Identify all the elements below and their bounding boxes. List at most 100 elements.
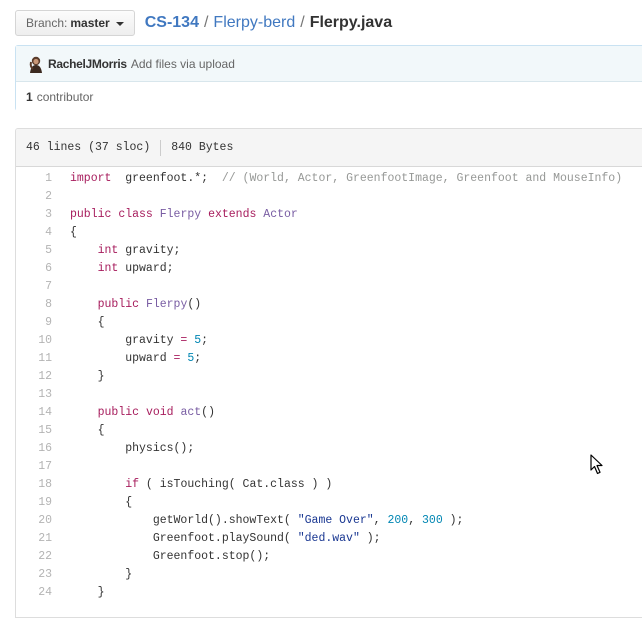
line-number[interactable]: 6 — [16, 260, 56, 278]
line-number[interactable]: 2 — [16, 188, 56, 206]
line-number[interactable]: 22 — [16, 548, 56, 566]
line-number[interactable]: 23 — [16, 566, 56, 584]
code-token: "ded.wav" — [297, 532, 360, 545]
line-number[interactable]: 10 — [16, 332, 56, 350]
code-token: { — [70, 496, 133, 509]
line-number[interactable]: 8 — [16, 296, 56, 314]
code-text: if ( isTouching( Cat.class ) ) — [56, 476, 622, 494]
code-token: { — [70, 424, 105, 437]
code-token: ); — [359, 532, 381, 545]
line-number[interactable]: 16 — [16, 440, 56, 458]
code-text: { — [56, 314, 622, 332]
code-token: ; — [201, 334, 209, 347]
code-text: { — [56, 422, 622, 440]
code-token: public — [97, 406, 140, 419]
line-number[interactable]: 12 — [16, 368, 56, 386]
code-line: 6 int upward; — [16, 260, 622, 278]
file-header: 46 lines (37 sloc) 840 Bytes — [16, 129, 642, 167]
line-number[interactable]: 15 — [16, 422, 56, 440]
code-token: if — [125, 478, 140, 491]
code-text: getWorld().showText( "Game Over", 200, 3… — [56, 512, 622, 530]
code-line: 3 public class Flerpy extends Actor — [16, 206, 622, 224]
line-number[interactable]: 9 — [16, 314, 56, 332]
code-token: () — [187, 298, 202, 311]
line-number[interactable]: 5 — [16, 242, 56, 260]
code-line: 12 } — [16, 368, 622, 386]
commit-tease: RachelJMorris Add files via upload 1 con… — [15, 45, 642, 111]
code-token: 200 — [387, 514, 409, 527]
code-token: // (World, Actor, GreenfootImage, Greenf… — [221, 172, 623, 185]
code-line: 5 int gravity; — [16, 242, 622, 260]
line-number[interactable]: 20 — [16, 512, 56, 530]
branch-select-button[interactable]: Branch: master — [15, 10, 135, 36]
code-text: } — [56, 368, 622, 386]
code-line: 20 getWorld().showText( "Game Over", 200… — [16, 512, 622, 530]
commit-author-link[interactable]: RachelJMorris — [48, 57, 127, 71]
code-token: upward; — [118, 262, 174, 275]
code-token: int — [97, 262, 119, 275]
contributors-row[interactable]: 1 contributor — [16, 82, 642, 111]
breadcrumb-repo-link[interactable]: CS-134 — [145, 14, 199, 32]
code-token: { — [70, 316, 105, 329]
line-number[interactable]: 21 — [16, 530, 56, 548]
code-text: Greenfoot.stop(); — [56, 548, 622, 566]
commit-message-link[interactable]: Add files via upload — [131, 57, 235, 71]
code-token: { — [70, 226, 77, 239]
code-line: 2 — [16, 188, 622, 206]
file-navigation: Branch: master CS-134 / Flerpy-berd / Fl… — [15, 10, 392, 36]
code-token: Flerpy — [159, 208, 202, 221]
line-number[interactable]: 17 — [16, 458, 56, 476]
code-token: Actor — [263, 208, 298, 221]
code-line: 14 public void act() — [16, 404, 622, 422]
line-number[interactable]: 13 — [16, 386, 56, 404]
code-token: public — [70, 208, 112, 221]
file-viewer: 46 lines (37 sloc) 840 Bytes 1 import gre… — [15, 128, 642, 618]
code-line: 10 gravity = 5; — [16, 332, 622, 350]
breadcrumb: CS-134 / Flerpy-berd / Flerpy.java — [145, 14, 392, 32]
line-number[interactable]: 7 — [16, 278, 56, 296]
line-number[interactable]: 14 — [16, 404, 56, 422]
branch-name: master — [70, 16, 110, 30]
code-token: class — [118, 208, 153, 221]
code-token: } — [70, 586, 105, 599]
line-number[interactable]: 11 — [16, 350, 56, 368]
code-text: { — [56, 224, 622, 242]
code-line: 11 upward = 5; — [16, 350, 622, 368]
code-token: upward — [70, 352, 174, 365]
code-text: Greenfoot.playSound( "ded.wav" ); — [56, 530, 622, 548]
code-token: , — [408, 514, 423, 527]
code-token: public — [97, 298, 140, 311]
line-number[interactable]: 3 — [16, 206, 56, 224]
code-token: } — [70, 370, 105, 383]
line-number[interactable]: 19 — [16, 494, 56, 512]
contributors-label: contributor — [36, 89, 94, 104]
code-token: () — [201, 406, 215, 419]
code-line: 23 } — [16, 566, 622, 584]
code-text: public class Flerpy extends Actor — [56, 206, 622, 224]
code-token: ; — [194, 352, 202, 365]
code-line: 9 { — [16, 314, 622, 332]
code-text: public Flerpy() — [56, 296, 622, 314]
code-line: 21 Greenfoot.playSound( "ded.wav" ); — [16, 530, 622, 548]
line-number[interactable]: 4 — [16, 224, 56, 242]
line-number[interactable]: 18 — [16, 476, 56, 494]
breadcrumb-folder-link[interactable]: Flerpy-berd — [213, 14, 295, 32]
line-number[interactable]: 24 — [16, 584, 56, 602]
code-line: 22 Greenfoot.stop(); — [16, 548, 622, 566]
code-line: 16 physics(); — [16, 440, 622, 458]
code-text — [56, 386, 622, 404]
code-line: 13 — [16, 386, 622, 404]
line-number[interactable]: 1 — [16, 170, 56, 188]
avatar[interactable] — [28, 54, 44, 73]
branch-prefix-label: Branch: — [26, 16, 68, 30]
code-text: gravity = 5; — [56, 332, 622, 350]
commit-header: RachelJMorris Add files via upload — [16, 46, 642, 82]
file-info-divider — [160, 139, 162, 156]
code-token: Flerpy — [145, 298, 188, 311]
